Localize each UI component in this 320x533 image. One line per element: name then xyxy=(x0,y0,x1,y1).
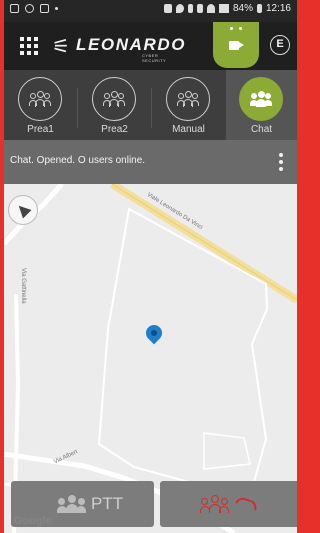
tab-label: Prea1 xyxy=(27,124,54,135)
tab-label: Prea2 xyxy=(101,124,128,135)
logo-mark-icon: ⚟ xyxy=(52,36,70,58)
status-dots xyxy=(228,27,244,31)
tab-chat[interactable]: Chat xyxy=(226,70,297,140)
logo-subtitle: CYBER SECURITY xyxy=(142,53,167,63)
compass-icon xyxy=(14,201,32,219)
road-label: Via Gattinella xyxy=(20,268,26,304)
location-icon xyxy=(175,4,184,13)
system-status: 84% 12:16 xyxy=(163,3,291,14)
tab-prea2[interactable]: Prea2 xyxy=(78,70,151,140)
app-header: ⚟ LEONARDO CYBER SECURITY E xyxy=(4,22,297,70)
logo-name: LEONARDO xyxy=(76,35,187,54)
google-attribution: Google xyxy=(14,515,52,527)
ptt-label: PTT xyxy=(91,494,124,513)
tab-label: Chat xyxy=(250,124,273,135)
video-camera-icon xyxy=(229,41,244,50)
more-notifications-icon xyxy=(55,7,58,10)
group-icon xyxy=(166,77,210,121)
tab-prea1[interactable]: Prea1 xyxy=(4,70,77,140)
phone-hangup-icon xyxy=(235,495,259,511)
profile-button[interactable]: E xyxy=(270,35,290,55)
chat-status-text: Chat. Opened. O users online. xyxy=(10,155,146,166)
battery-percent: 84% xyxy=(232,3,253,14)
app-notification-icon xyxy=(10,4,19,13)
apps-grid-icon[interactable] xyxy=(20,37,38,55)
group-icon xyxy=(92,77,136,121)
compass-button[interactable] xyxy=(8,195,38,225)
bluetooth-icon xyxy=(187,4,193,13)
tab-label: Manual xyxy=(172,124,205,135)
video-call-button[interactable] xyxy=(213,22,259,68)
group-tabs: Prea1 Prea2 Manual Chat xyxy=(4,70,297,140)
wifi-icon xyxy=(206,4,215,13)
group-icon xyxy=(200,495,230,513)
alarm-icon xyxy=(163,4,172,13)
tab-manual[interactable]: Manual xyxy=(152,70,225,140)
image-icon xyxy=(40,4,49,13)
whatsapp-icon xyxy=(25,4,34,13)
battery-icon xyxy=(256,4,262,13)
clock: 12:16 xyxy=(265,3,291,14)
group-icon xyxy=(18,77,62,121)
notification-icons xyxy=(10,4,58,13)
chat-status-bar: Chat. Opened. O users online. xyxy=(4,140,297,184)
mute-icon xyxy=(196,4,203,13)
status-bar: 84% 12:16 xyxy=(4,0,297,22)
group-icon xyxy=(239,77,283,121)
signal-icon xyxy=(218,4,229,13)
group-icon xyxy=(57,495,87,513)
hang-up-button[interactable] xyxy=(160,481,297,527)
app-frame: 84% 12:16 ⚟ LEONARDO CYBER SECURITY E Pr… xyxy=(4,0,297,533)
more-vert-icon[interactable] xyxy=(279,153,283,171)
